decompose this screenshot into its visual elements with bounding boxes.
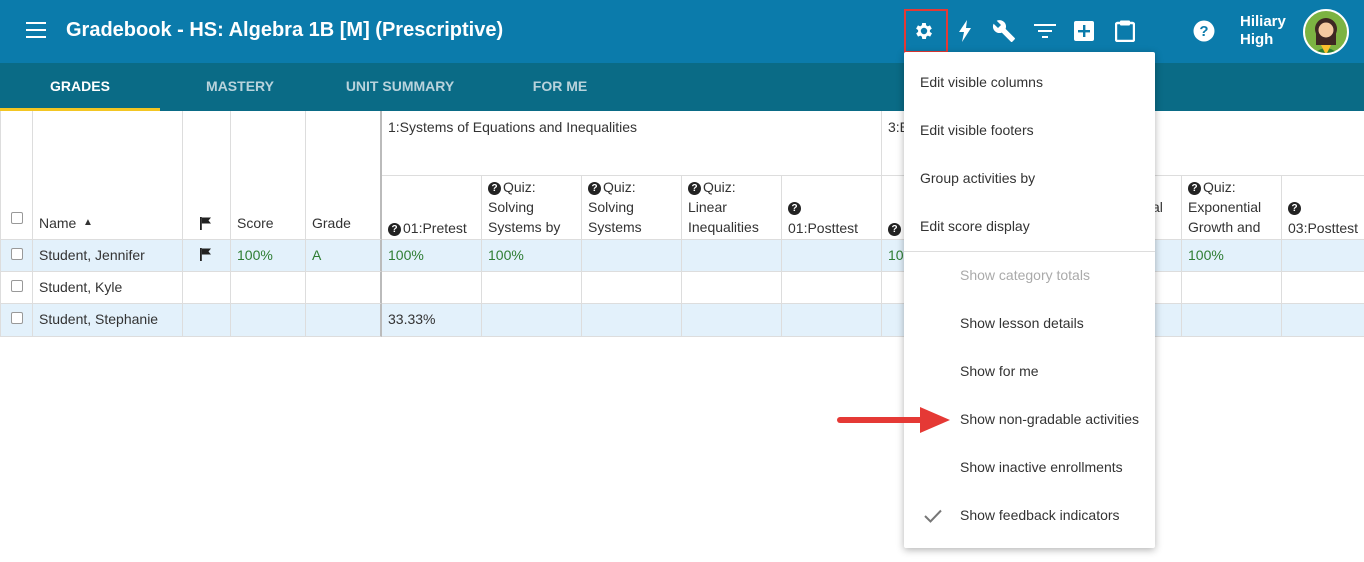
score-cell[interactable]: [782, 240, 882, 272]
score-cell[interactable]: [482, 272, 582, 304]
help-icon[interactable]: ?: [1192, 19, 1216, 43]
tab-unit-summary[interactable]: UNIT SUMMARY: [320, 63, 480, 111]
help-icon: ?: [588, 182, 601, 195]
menu-item-group-activities-by[interactable]: Group activities by: [904, 154, 1155, 202]
score-header[interactable]: Score: [231, 111, 306, 240]
activity-header[interactable]: ? 01:Posttest: [782, 176, 882, 240]
gear-icon[interactable]: [912, 19, 936, 43]
wrench-icon[interactable]: [992, 19, 1016, 43]
settings-menu: Edit visible columns Edit visible footer…: [904, 52, 1155, 548]
menu-item-show-inactive-enrollments[interactable]: Show inactive enrollments: [904, 443, 1155, 491]
user-name[interactable]: Hiliary High: [1240, 13, 1296, 49]
score-cell[interactable]: [582, 272, 682, 304]
menu-item-show-category-totals: Show category totals: [960, 267, 1090, 283]
menu-item-show-lesson-details[interactable]: Show lesson details: [904, 299, 1155, 347]
score-cell[interactable]: 33.33%: [382, 304, 482, 337]
score-cell[interactable]: [1282, 304, 1364, 337]
menu-item-edit-visible-columns[interactable]: Edit visible columns: [904, 58, 1155, 106]
help-icon: ?: [788, 202, 801, 215]
menu-icon[interactable]: [26, 22, 46, 38]
activity-header[interactable]: ? Quiz: Solving Systems: [582, 176, 682, 240]
score-cell[interactable]: [1182, 304, 1282, 337]
score-cell[interactable]: [782, 272, 882, 304]
grade-cell: [306, 272, 382, 304]
row-checkbox[interactable]: [11, 312, 23, 324]
score-cell[interactable]: [1282, 272, 1364, 304]
score-cell: [231, 304, 306, 337]
clipboard-icon[interactable]: [1113, 19, 1137, 43]
flag-icon: [200, 217, 211, 230]
svg-text:?: ?: [1199, 23, 1208, 40]
help-icon: ?: [688, 182, 701, 195]
lightning-icon[interactable]: [953, 19, 977, 43]
avatar[interactable]: [1303, 9, 1349, 55]
help-icon: ?: [488, 182, 501, 195]
grade-cell: A: [306, 240, 382, 272]
sort-up-icon: ▲: [83, 217, 93, 228]
filter-icon[interactable]: [1033, 19, 1057, 43]
tab-mastery[interactable]: MASTERY: [160, 63, 320, 111]
score-cell[interactable]: [782, 304, 882, 337]
score-cell: [231, 272, 306, 304]
score-cell[interactable]: [682, 272, 782, 304]
menu-item-show-feedback-indicators[interactable]: Show feedback indicators: [904, 491, 1155, 539]
score-cell[interactable]: 100%: [1182, 240, 1282, 272]
score-cell[interactable]: [582, 304, 682, 337]
annotation-arrow-icon: [837, 407, 950, 433]
activity-header[interactable]: ? Quiz: Exponential Growth and: [1182, 176, 1282, 240]
tab-bar: GRADES MASTERY UNIT SUMMARY FOR ME: [0, 63, 1364, 111]
activity-header[interactable]: ? 03:Posttest: [1282, 176, 1364, 240]
menu-item-show-for-me[interactable]: Show for me: [904, 347, 1155, 395]
score-cell[interactable]: [382, 272, 482, 304]
menu-item-edit-score-display[interactable]: Edit score display: [904, 202, 1155, 250]
flag-header[interactable]: [183, 111, 231, 240]
activity-header[interactable]: ? Quiz: Linear Inequalities: [682, 176, 782, 240]
help-icon: ?: [1188, 182, 1201, 195]
help-icon: ?: [888, 223, 901, 236]
grade-cell: [306, 304, 382, 337]
score-cell[interactable]: [582, 240, 682, 272]
score-cell[interactable]: [482, 304, 582, 337]
flag-icon[interactable]: [200, 248, 212, 261]
select-all-checkbox[interactable]: [11, 212, 23, 224]
student-name[interactable]: Student, Jennifer: [33, 240, 183, 272]
help-icon: ?: [388, 223, 401, 236]
add-box-icon[interactable]: [1072, 19, 1096, 43]
score-cell[interactable]: [1182, 272, 1282, 304]
help-icon: ?: [1288, 202, 1301, 215]
score-cell[interactable]: [682, 240, 782, 272]
select-all-cell: [0, 111, 33, 240]
name-header[interactable]: Name ▲: [33, 111, 183, 240]
activity-header[interactable]: ? 01:Pretest: [382, 176, 482, 240]
app-header: Gradebook - HS: Algebra 1B [M] (Prescrip…: [0, 0, 1364, 63]
row-checkbox[interactable]: [11, 280, 23, 292]
row-checkbox[interactable]: [11, 248, 23, 260]
student-name[interactable]: Student, Kyle: [33, 272, 183, 304]
page-title: Gradebook - HS: Algebra 1B [M] (Prescrip…: [66, 19, 504, 41]
grade-header[interactable]: Grade: [306, 111, 382, 240]
score-cell[interactable]: 100%: [482, 240, 582, 272]
activity-header[interactable]: ? Quiz: Solving Systems by: [482, 176, 582, 240]
score-cell[interactable]: [1282, 240, 1364, 272]
tab-for-me[interactable]: FOR ME: [480, 63, 640, 111]
student-name[interactable]: Student, Stephanie: [33, 304, 183, 337]
score-cell[interactable]: 100%: [382, 240, 482, 272]
score-cell: 100%: [231, 240, 306, 272]
tab-grades[interactable]: GRADES: [0, 63, 160, 111]
menu-item-edit-visible-footers[interactable]: Edit visible footers: [904, 106, 1155, 154]
score-cell[interactable]: [682, 304, 782, 337]
unit-header[interactable]: 1:Systems of Equations and Inequalities: [382, 111, 882, 176]
